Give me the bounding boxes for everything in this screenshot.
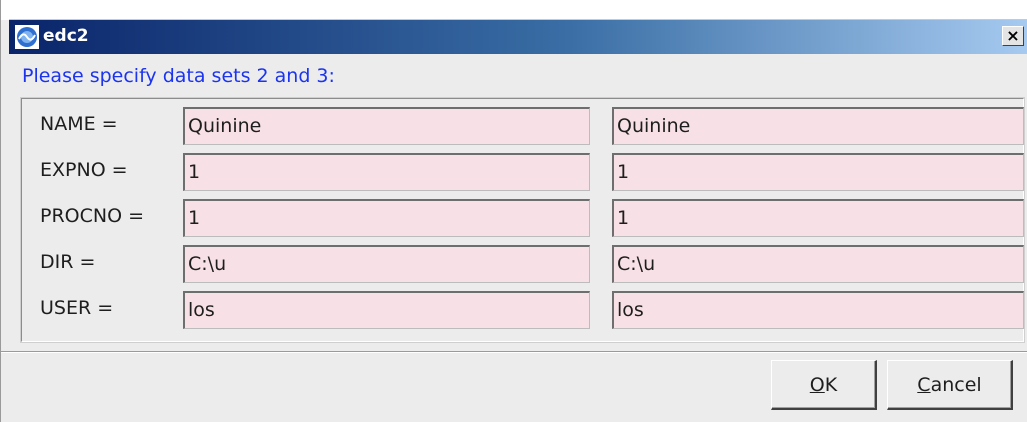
row-procno: PROCNO = 1 1 [22, 195, 1024, 239]
button-separator [1, 351, 1027, 353]
row-user: USER = los los [22, 287, 1024, 331]
name-field-set2[interactable]: Quinine [183, 107, 590, 145]
expno-field-set2[interactable]: 1 [183, 153, 590, 191]
ok-mnemonic: O [809, 373, 825, 396]
dir-field-set3[interactable]: C:\u [612, 245, 1024, 283]
procno-field-set2[interactable]: 1 [183, 199, 590, 237]
close-button[interactable]: × [1002, 26, 1024, 46]
edc2-dialog: edc2 × Please specify data sets 2 and 3:… [0, 0, 1027, 422]
instruction-text: Please specify data sets 2 and 3: [22, 65, 335, 87]
dir-field-set2[interactable]: C:\u [183, 245, 590, 283]
name-label: NAME = [40, 113, 118, 135]
user-field-set3[interactable]: los [612, 291, 1024, 329]
data-sets-panel: NAME = Quinine Quinine EXPNO = 1 1 PROCN… [20, 97, 1025, 343]
user-label: USER = [40, 297, 114, 319]
cancel-label-rest: ancel [930, 373, 982, 396]
title-bar[interactable]: edc2 × [9, 20, 1027, 54]
dir-label: DIR = [40, 251, 96, 273]
cancel-mnemonic: C [917, 373, 931, 396]
row-dir: DIR = C:\u C:\u [22, 241, 1024, 285]
expno-label: EXPNO = [40, 159, 128, 181]
app-icon [15, 25, 39, 49]
window-top-strip [1, 0, 1027, 20]
ok-button[interactable]: OK [771, 360, 877, 410]
window-title: edc2 [43, 26, 89, 46]
cancel-button[interactable]: Cancel [887, 360, 1013, 410]
close-icon: × [1006, 26, 1020, 45]
expno-field-set3[interactable]: 1 [612, 153, 1024, 191]
user-field-set2[interactable]: los [183, 291, 590, 329]
row-name: NAME = Quinine Quinine [22, 103, 1024, 147]
procno-field-set3[interactable]: 1 [612, 199, 1024, 237]
procno-label: PROCNO = [40, 205, 145, 227]
ok-label-rest: K [824, 373, 838, 396]
row-expno: EXPNO = 1 1 [22, 149, 1024, 193]
name-field-set3[interactable]: Quinine [612, 107, 1024, 145]
